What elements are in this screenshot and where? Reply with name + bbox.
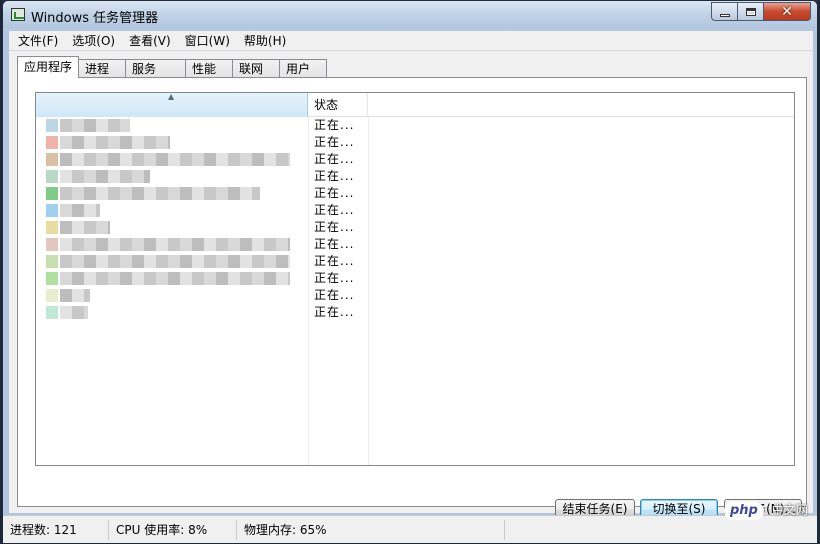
table-row[interactable]: 正在... [36,202,794,219]
title-bar[interactable]: Windows 任务管理器 ✕ [3,1,817,29]
maximize-button[interactable] [738,2,764,21]
close-icon: ✕ [781,3,793,20]
task-name-redacted [60,238,290,251]
task-manager-window: Windows 任务管理器 ✕ 文件(F) 选项(O) 查看(V) 窗口(W) … [2,0,818,544]
task-name-redacted [60,187,260,200]
task-status: 正在... [314,254,355,268]
task-status: 正在... [314,203,355,217]
applications-panel: ▲ 状态 正在... 正在... 正在... 正在... 正在... 正在... 正在...… [17,77,807,520]
task-list[interactable]: ▲ 状态 正在... 正在... 正在... 正在... 正在... 正在... 正在...… [35,92,795,466]
task-name-redacted [60,306,88,319]
status-empty-segment [505,520,815,540]
application-icon [46,153,58,166]
menu-file[interactable]: 文件(F) [11,31,65,51]
status-cpu-usage: CPU 使用率: 8% [109,520,237,540]
watermark-text: 中文网 [771,503,808,517]
table-row[interactable]: 正在... [36,270,794,287]
task-name-redacted [60,272,290,285]
task-manager-app-icon[interactable] [11,8,25,21]
task-name-redacted [60,153,290,166]
tab-processes[interactable]: 进程 [78,59,126,78]
status-physical-memory: 物理内存: 65% [237,520,505,540]
tab-networking[interactable]: 联网 [232,59,280,78]
minimize-icon [719,14,730,17]
menu-bar: 文件(F) 选项(O) 查看(V) 窗口(W) 帮助(H) [9,31,813,51]
task-name-redacted [60,204,100,217]
tab-performance[interactable]: 性能 [185,59,233,78]
status-bar: 进程数: 121 CPU 使用率: 8% 物理内存: 65% [3,515,817,543]
task-status: 正在... [314,305,355,319]
tab-services[interactable]: 服务 [125,59,186,78]
table-row[interactable]: 正在... [36,219,794,236]
tab-applications[interactable]: 应用程序 [17,56,79,78]
application-icon [46,119,58,132]
table-row[interactable]: 正在... [36,117,794,134]
task-name-redacted [60,119,130,132]
table-row[interactable]: 正在... [36,304,794,321]
task-status: 正在... [314,169,355,183]
table-row[interactable]: 正在... [36,151,794,168]
menu-help[interactable]: 帮助(H) [237,31,293,51]
task-name-redacted [60,170,150,183]
close-button[interactable]: ✕ [764,2,811,21]
task-status: 正在... [314,135,355,149]
table-row[interactable]: 正在... [36,236,794,253]
tab-strip: 应用程序 进程 服务 性能 联网 用户 [17,56,327,78]
menu-options[interactable]: 选项(O) [65,31,122,51]
application-icon [46,187,58,200]
column-header-status[interactable]: 状态 [308,93,368,117]
application-icon [46,170,58,183]
task-status: 正在... [314,152,355,166]
application-icon [46,272,58,285]
task-status: 正在... [314,288,355,302]
application-icon [46,238,58,251]
table-row[interactable]: 正在... [36,185,794,202]
task-status: 正在... [314,118,355,132]
table-row[interactable]: 正在... [36,134,794,151]
application-icon [46,306,58,319]
application-icon [46,255,58,268]
table-row[interactable]: 正在... [36,253,794,270]
application-icon [46,136,58,149]
watermark-logo: php [724,502,764,520]
column-header-task[interactable]: ▲ [36,93,308,117]
application-icon [46,289,58,302]
minimize-button[interactable] [711,2,738,21]
menu-view[interactable]: 查看(V) [122,31,178,51]
application-icon [46,221,58,234]
application-icon [46,204,58,217]
client-area: 应用程序 进程 服务 性能 联网 用户 ▲ 状态 正在... 正在... 正在...… [9,51,813,520]
task-status: 正在... [314,237,355,251]
task-name-redacted [60,289,90,302]
table-row[interactable]: 正在... [36,287,794,304]
table-row[interactable]: 正在... [36,168,794,185]
menu-window[interactable]: 窗口(W) [178,31,237,51]
tab-users[interactable]: 用户 [279,59,327,78]
list-header: ▲ 状态 [36,93,794,117]
task-name-redacted [60,255,290,268]
task-name-redacted [60,221,110,234]
task-status: 正在... [314,220,355,234]
task-status: 正在... [314,271,355,285]
maximize-icon [745,7,756,16]
task-name-redacted [60,136,170,149]
status-process-count: 进程数: 121 [3,520,109,540]
watermark: php 中文网 [724,501,808,520]
sort-ascending-icon: ▲ [168,92,175,101]
task-status: 正在... [314,186,355,200]
window-title: Windows 任务管理器 [31,11,159,26]
